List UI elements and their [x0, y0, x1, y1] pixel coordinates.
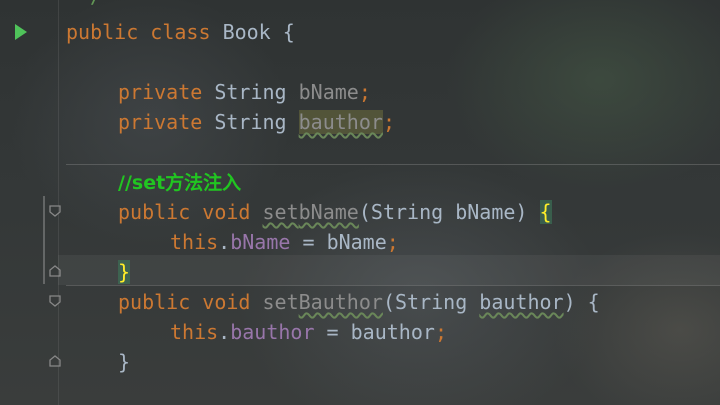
- keyword: class: [150, 20, 211, 44]
- code-line-assign-bname[interactable]: this.bName = bName;: [170, 227, 399, 257]
- paren: ): [563, 290, 576, 314]
- field-ref: bName: [230, 230, 291, 254]
- code-line-field-bname[interactable]: private String bName;: [118, 77, 371, 107]
- code-line-class[interactable]: public class Book {: [66, 17, 295, 47]
- field-name: bName: [298, 80, 359, 104]
- keyword: public: [66, 20, 139, 44]
- fold-icon[interactable]: [49, 355, 61, 367]
- semicolon: ;: [358, 80, 371, 104]
- editor-gutter: [0, 0, 59, 405]
- method-name-rest: Bauthor: [298, 290, 383, 314]
- brace: {: [587, 290, 600, 314]
- semicolon: ;: [382, 110, 395, 134]
- param-name: bName: [455, 200, 516, 224]
- type-name: String: [214, 80, 287, 104]
- field-name: bauthor: [298, 110, 383, 134]
- keyword: private: [118, 80, 203, 104]
- code-line-field-bauthor[interactable]: private String bauthor;: [118, 107, 395, 137]
- semicolon: ;: [386, 230, 399, 254]
- semicolon: ;: [434, 320, 447, 344]
- keyword: public: [118, 290, 191, 314]
- keyword: public: [118, 200, 191, 224]
- method-name: setBauthor: [263, 290, 383, 314]
- method-name-prefix: set: [262, 200, 299, 224]
- keyword: private: [118, 110, 203, 134]
- brace: {: [539, 200, 552, 224]
- brace: {: [282, 20, 295, 44]
- brace: }: [118, 260, 131, 284]
- method-separator: [66, 164, 720, 165]
- current-line-highlight: [58, 255, 720, 285]
- code-line-method-setbname[interactable]: public void setbName(String bName) {: [118, 197, 552, 227]
- comment-end-fragment: */: [78, 0, 102, 6]
- type-name: String: [394, 290, 468, 314]
- code-editor[interactable]: */ public class Book { private String bN…: [0, 0, 720, 405]
- keyword: this: [170, 320, 219, 344]
- method-name: setbName: [263, 200, 359, 224]
- method-name-rest: bName: [298, 200, 359, 224]
- paren: (: [358, 200, 371, 224]
- dot: .: [218, 230, 231, 254]
- scope-indicator: [43, 196, 45, 284]
- paren: (: [382, 290, 395, 314]
- keyword: void: [202, 290, 251, 314]
- code-line-comment[interactable]: //set方法注入: [118, 167, 241, 197]
- code-line-close-setbname[interactable]: }: [118, 257, 131, 287]
- keyword: void: [202, 200, 251, 224]
- keyword: this: [170, 230, 219, 254]
- run-gutter-icon[interactable]: [15, 24, 27, 40]
- value-ref: bauthor: [350, 320, 435, 344]
- code-line-assign-bauthor[interactable]: this.bauthor = bauthor;: [170, 317, 447, 347]
- code-line-close-setbauthor[interactable]: }: [118, 347, 130, 377]
- value-ref: bName: [326, 230, 387, 254]
- comment: //set方法注入: [118, 172, 242, 194]
- fold-icon[interactable]: [49, 205, 61, 217]
- type-name: String: [214, 110, 287, 134]
- operator: =: [314, 320, 351, 344]
- method-name-prefix: set: [262, 290, 299, 314]
- method-separator: [66, 285, 720, 286]
- paren: ): [515, 200, 528, 224]
- dot: .: [218, 320, 231, 344]
- code-line-method-setbauthor[interactable]: public void setBauthor(String bauthor) {: [118, 287, 600, 317]
- class-name: Book: [222, 20, 271, 44]
- brace: }: [118, 350, 131, 374]
- fold-icon[interactable]: [49, 295, 61, 307]
- type-name: String: [370, 200, 444, 224]
- operator: =: [290, 230, 327, 254]
- field-ref: bauthor: [230, 320, 315, 344]
- param-name: bauthor: [479, 290, 564, 314]
